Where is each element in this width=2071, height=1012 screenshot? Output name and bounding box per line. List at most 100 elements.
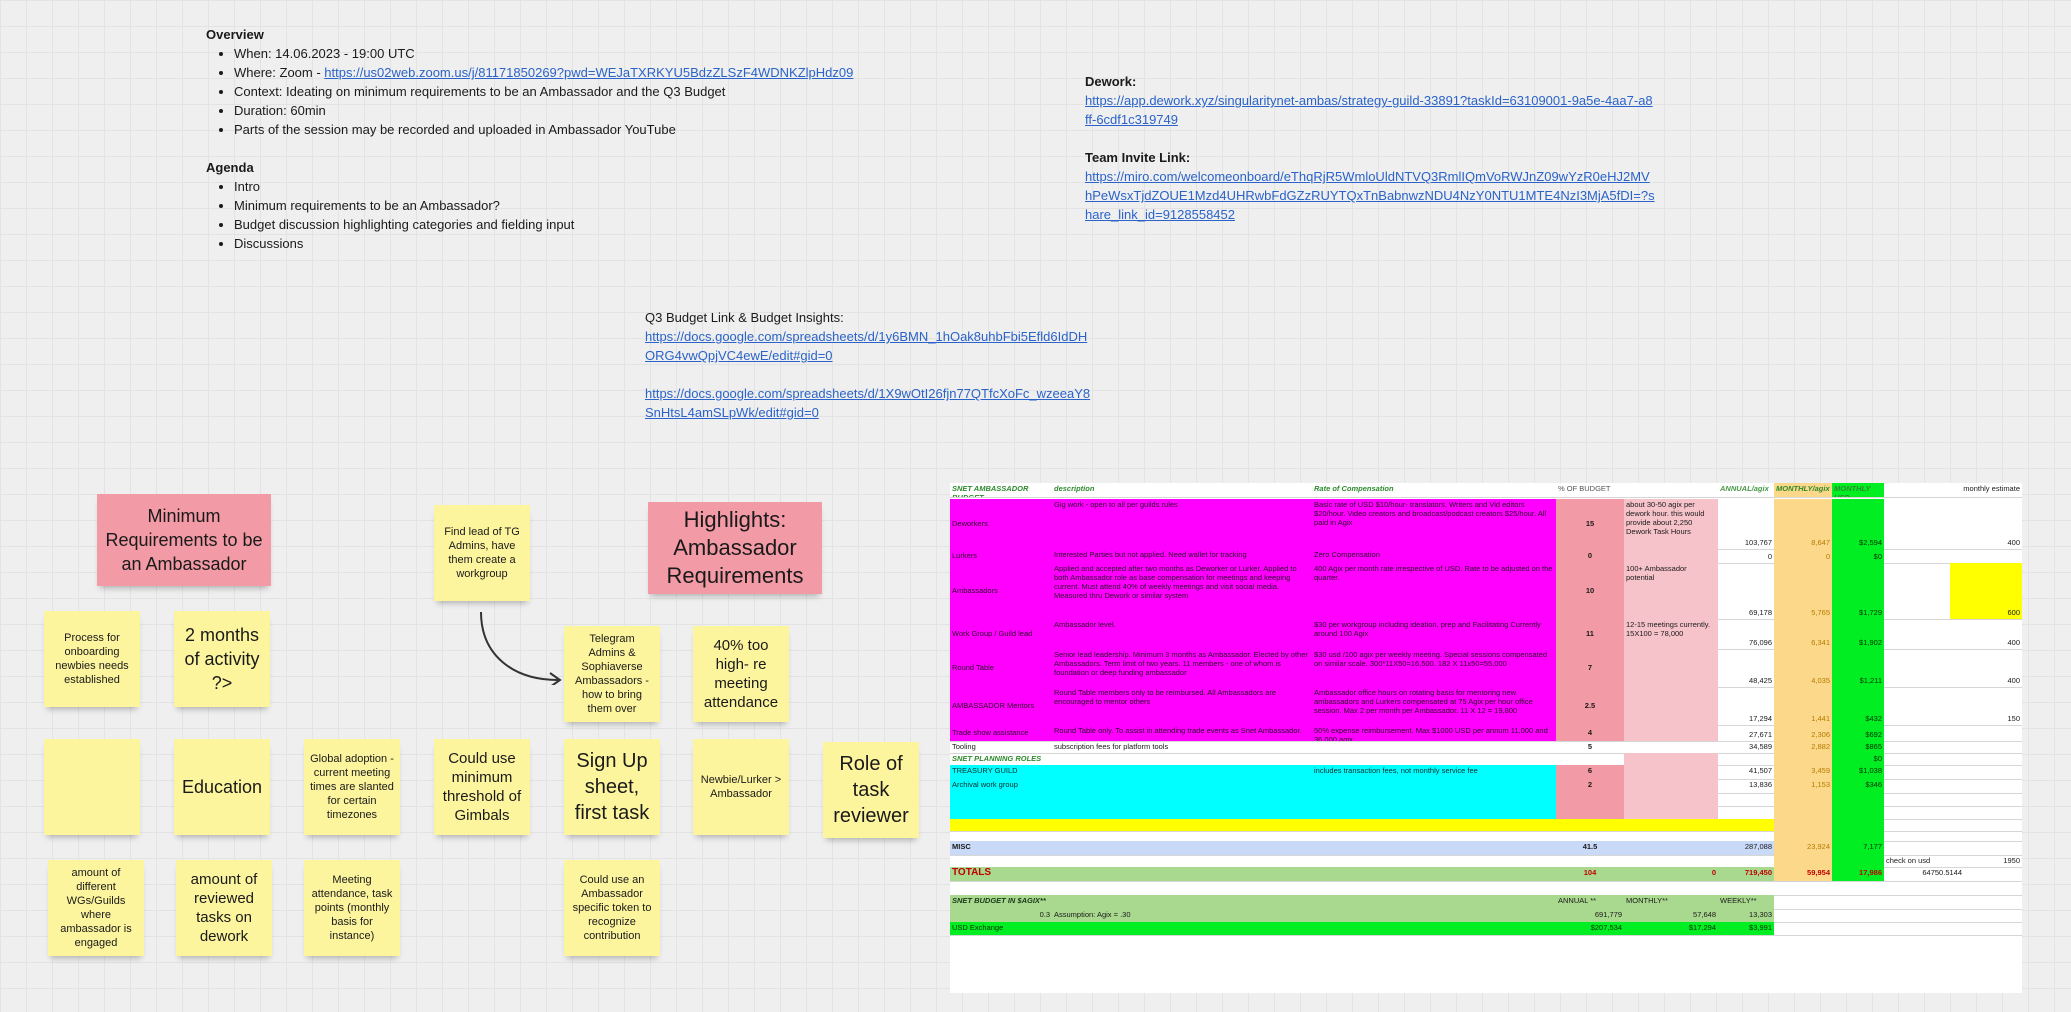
- sheet-monthly-cell[interactable]: 5,765: [1774, 563, 1832, 619]
- sheet-pct-cell[interactable]: 4: [1556, 725, 1624, 741]
- sheet-rate-cell[interactable]: [1312, 779, 1556, 793]
- sheet-monthly-cell[interactable]: 23,924: [1774, 841, 1832, 855]
- sheet-role-cell[interactable]: Archival work group: [950, 779, 1052, 793]
- sheet-budget-weekly[interactable]: 13,303: [1718, 909, 1774, 922]
- sticky-telegram-admins[interactable]: Telegram Admins & Sophiaverse Ambassador…: [564, 626, 660, 722]
- sheet-monthly-cell[interactable]: 6,341: [1774, 619, 1832, 649]
- sheet-monthly-cell[interactable]: 2,306: [1774, 725, 1832, 741]
- budget-link-1[interactable]: https://docs.google.com/spreadsheets/d/1…: [645, 329, 1087, 363]
- sheet-monthly-cell[interactable]: [1774, 793, 1832, 806]
- sheet-note-cell[interactable]: [1624, 806, 1718, 819]
- sheet-usd-cell[interactable]: $0: [1832, 753, 1884, 765]
- sheet-totals-label[interactable]: TOTALS: [950, 867, 1556, 881]
- sheet-note-cell[interactable]: [1624, 649, 1718, 687]
- sheet-usd-exchange-label[interactable]: USD Exchange: [950, 922, 1556, 935]
- sheet-estimate-cell[interactable]: 400: [1950, 649, 2022, 687]
- sheet-pct-cell[interactable]: 2: [1556, 779, 1624, 793]
- sheet-desc-cell[interactable]: Applied and accepted after two months as…: [1052, 563, 1312, 619]
- sheet-budget-annual[interactable]: 691,779: [1556, 909, 1624, 922]
- sheet-pct-cell[interactable]: 11: [1556, 619, 1624, 649]
- sheet-usd-cell[interactable]: [1832, 855, 1884, 867]
- sheet-pct-cell[interactable]: 15: [1556, 499, 1624, 549]
- sheet-annual-cell[interactable]: 103,767: [1718, 499, 1774, 549]
- sheet-rate-cell[interactable]: Zero Compensation: [1312, 549, 1556, 563]
- sheet-note-cell[interactable]: [1624, 549, 1718, 563]
- sheet-annual-cell[interactable]: 76,096: [1718, 619, 1774, 649]
- sheet-usd-cell[interactable]: $432: [1832, 687, 1884, 725]
- dework-link[interactable]: https://app.dework.xyz/singularitynet-am…: [1085, 93, 1653, 127]
- sheet-pct-cell[interactable]: [1556, 806, 1624, 819]
- sheet-usd-cell[interactable]: $692: [1832, 725, 1884, 741]
- zoom-link[interactable]: https://us02web.zoom.us/j/81171850269?pw…: [324, 65, 853, 80]
- sticky-forty-pct[interactable]: 40% too high- re meeting attendance: [693, 626, 789, 722]
- sheet-totals-usd[interactable]: 17,986: [1832, 867, 1884, 881]
- sheet-usd-cell[interactable]: [1832, 819, 1884, 831]
- sticky-empty[interactable]: [44, 739, 140, 835]
- sheet-desc-cell[interactable]: [1052, 765, 1312, 779]
- sheet-note-cell[interactable]: [1624, 779, 1718, 793]
- sticky-meeting-attendance[interactable]: Meeting attendance, task points (monthly…: [304, 860, 400, 956]
- sheet-assumption-num[interactable]: 0.3: [950, 909, 1052, 922]
- sheet-annual-cell[interactable]: 13,836: [1718, 779, 1774, 793]
- sheet-pct-cell[interactable]: 6: [1556, 765, 1624, 779]
- sheet-pct-cell[interactable]: 5: [1556, 741, 1624, 753]
- sticky-min-requirements[interactable]: Minimum Requirements to be an Ambassador: [97, 494, 271, 586]
- budget-link-2[interactable]: https://docs.google.com/spreadsheets/d/1…: [645, 386, 1090, 420]
- sheet-annual-cell[interactable]: 41,507: [1718, 765, 1774, 779]
- connector-arrow[interactable]: [478, 610, 568, 685]
- sheet-role-cell[interactable]: AMBASSADOR Mentors: [950, 687, 1052, 725]
- sheet-estimate-cell[interactable]: 150: [1950, 687, 2022, 725]
- sheet-monthly-cell[interactable]: 0: [1774, 549, 1832, 563]
- sheet-role-cell[interactable]: Round Table: [950, 649, 1052, 687]
- sheet-budget-col[interactable]: ANNUAL **: [1556, 895, 1624, 909]
- sticky-threshold-gimbals[interactable]: Could use minimum threshold of Gimbals: [434, 739, 530, 835]
- sticky-two-months[interactable]: 2 months of activity ?>: [174, 611, 270, 707]
- sticky-education[interactable]: Education: [174, 739, 270, 835]
- sheet-monthly-cell[interactable]: 1,153: [1774, 779, 1832, 793]
- sheet-monthly-cell[interactable]: [1774, 855, 1832, 867]
- sheet-note-cell[interactable]: [1624, 687, 1718, 725]
- sheet-note-cell[interactable]: [1624, 841, 1718, 855]
- sheet-role-cell[interactable]: Tooling: [950, 741, 1052, 753]
- sheet-monthly-cell[interactable]: 1,441: [1774, 687, 1832, 725]
- budget-spreadsheet[interactable]: SNET AMBASSADOR BUDGET description Rate …: [950, 483, 2022, 993]
- sheet-desc-cell[interactable]: Senior lead leadership. Minimum 3 months…: [1052, 649, 1312, 687]
- sheet-rate-cell[interactable]: Basic rate of USD $10/hour- translators,…: [1312, 499, 1556, 549]
- sheet-pct-cell[interactable]: 41.5: [1556, 841, 1624, 855]
- sheet-note-cell[interactable]: [1624, 765, 1718, 779]
- sticky-signup-sheet[interactable]: Sign Up sheet, first task: [564, 739, 660, 835]
- sheet-annual-cell[interactable]: 34,589: [1718, 741, 1774, 753]
- sticky-process-onboarding[interactable]: Process for onboarding newbies needs est…: [44, 611, 140, 707]
- sheet-role-cell[interactable]: Work Group / Guild lead: [950, 619, 1052, 649]
- sheet-totals-annual[interactable]: 719,450: [1718, 867, 1774, 881]
- sheet-assumption[interactable]: Assumption: Agix = .30: [1052, 909, 1556, 922]
- sheet-pct-cell[interactable]: 7: [1556, 649, 1624, 687]
- sheet-role-cell[interactable]: Deworkers: [950, 499, 1052, 549]
- sheet-note-cell[interactable]: about 30-50 agix per dework hour. this w…: [1624, 499, 1718, 549]
- sheet-usd-annual[interactable]: $207,534: [1556, 922, 1624, 935]
- sheet-usd-monthly[interactable]: $17,294: [1624, 922, 1718, 935]
- sheet-empty-cell[interactable]: [950, 806, 1556, 819]
- sheet-note-cell[interactable]: [1624, 753, 1718, 765]
- sheet-role-cell[interactable]: MISC: [950, 841, 1556, 855]
- sheet-monthly-cell[interactable]: [1774, 806, 1832, 819]
- sheet-pct-cell[interactable]: 10: [1556, 563, 1624, 619]
- sheet-usd-cell[interactable]: [1832, 793, 1884, 806]
- sheet-annual-cell[interactable]: 0: [1718, 549, 1774, 563]
- sheet-desc-cell[interactable]: [1052, 779, 1312, 793]
- sticky-find-lead[interactable]: Find lead of TG Admins, have them create…: [434, 505, 530, 601]
- sheet-usd-cell[interactable]: [1832, 831, 1884, 841]
- sheet-monthly-cell[interactable]: [1774, 819, 1832, 831]
- sheet-monthly-cell[interactable]: 4,035: [1774, 649, 1832, 687]
- sheet-usd-cell[interactable]: [1832, 806, 1884, 819]
- sheet-desc-cell[interactable]: Gig work - open to all per guilds rules: [1052, 499, 1312, 549]
- sheet-note-cell[interactable]: [1624, 741, 1718, 753]
- sheet-desc-cell[interactable]: Ambassador level.: [1052, 619, 1312, 649]
- sheet-estimate-cell[interactable]: 400: [1950, 499, 2022, 549]
- sheet-estimate-cell[interactable]: [1950, 549, 2022, 563]
- sheet-totals-zero[interactable]: 0: [1624, 867, 1718, 881]
- sheet-monthly-cell[interactable]: 2,882: [1774, 741, 1832, 753]
- sheet-annual-cell[interactable]: 287,088: [1718, 841, 1774, 855]
- sheet-empty-cell[interactable]: [950, 793, 1556, 806]
- sheet-usd-cell[interactable]: 7,177: [1832, 841, 1884, 855]
